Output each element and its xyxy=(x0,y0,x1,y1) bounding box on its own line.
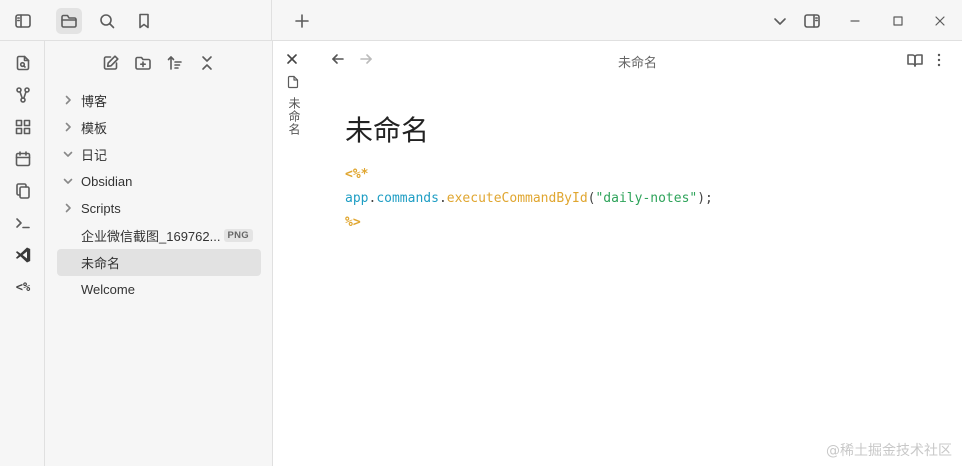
tree-item-label: 企业微信截图_169762... xyxy=(81,229,221,244)
folder-icon xyxy=(61,14,77,28)
tree-item-label: Welcome xyxy=(81,282,135,297)
bookmarks-tab-button[interactable] xyxy=(131,8,157,34)
note-content[interactable]: 未命名 <%* app.commands.executeCommandById(… xyxy=(345,109,713,235)
code-paren: ); xyxy=(697,191,713,206)
ribbon: <% xyxy=(0,41,45,466)
chevron-down-icon xyxy=(63,151,73,157)
terminal-icon xyxy=(16,218,30,229)
maximize-icon xyxy=(893,16,903,26)
templater-button[interactable]: <% xyxy=(11,275,35,299)
code-line: app.commands.executeCommandById("daily-n… xyxy=(345,187,713,211)
right-sidebar-icon xyxy=(804,14,820,28)
tree-item-label: 模板 xyxy=(81,121,108,136)
insert-template-button[interactable] xyxy=(11,179,35,203)
collapse-all-button[interactable] xyxy=(195,51,219,75)
chevron-down-icon xyxy=(774,18,786,25)
tree-item-label: Obsidian xyxy=(81,174,133,189)
code-line: <%* xyxy=(345,163,713,187)
calendar-icon xyxy=(15,151,31,167)
templater-open-tag: <%* xyxy=(345,167,369,182)
search-tab-button[interactable] xyxy=(94,8,120,34)
close-window-button[interactable] xyxy=(927,8,953,34)
file-explorer-actions xyxy=(99,51,219,75)
tree-item-file-active[interactable]: 未命名 xyxy=(57,249,261,276)
view-header: 未命名 xyxy=(313,41,962,77)
close-icon xyxy=(935,16,945,26)
inline-title[interactable]: 未命名 xyxy=(345,109,713,149)
tree-item-folder[interactable]: 日记 xyxy=(57,141,261,168)
graph-view-button[interactable] xyxy=(11,83,35,107)
file-explorer: 博客 模板 日记 Obsidian Scripts 企业微信截图_169762.… xyxy=(45,41,273,466)
chevron-down-icon xyxy=(63,178,73,184)
editor-pane: 未命名 未命名 未命名 <%* app.commands.executeComm… xyxy=(273,41,962,466)
code-dot: . xyxy=(438,191,447,206)
command-palette-button[interactable] xyxy=(11,211,35,235)
close-tab-icon[interactable] xyxy=(285,52,299,66)
sort-icon xyxy=(167,56,182,70)
tree-item-folder[interactable]: Obsidian xyxy=(57,168,261,195)
left-sidebar-header xyxy=(0,0,272,41)
code-property: commands xyxy=(376,191,439,206)
file-type-badge: PNG xyxy=(223,229,253,242)
tab-title: 未命名 xyxy=(287,97,301,136)
sort-button[interactable] xyxy=(163,51,187,75)
new-folder-button[interactable] xyxy=(131,51,155,75)
chevron-right-icon xyxy=(65,203,71,213)
tree-item-label: Scripts xyxy=(81,201,121,216)
toggle-right-sidebar-button[interactable] xyxy=(799,8,825,34)
tab-list-button[interactable] xyxy=(767,8,793,34)
edit-icon xyxy=(103,55,119,70)
file-icon xyxy=(287,75,299,89)
templater-close-tag: %> xyxy=(345,215,361,230)
copy-icon xyxy=(16,183,30,199)
maximize-button[interactable] xyxy=(885,8,911,34)
switcher-icon xyxy=(16,55,30,71)
bookmark-icon xyxy=(139,13,149,29)
canvas-icon xyxy=(15,119,31,135)
book-open-icon[interactable] xyxy=(906,51,924,69)
code-string: "daily-notes" xyxy=(595,191,698,206)
title-bar xyxy=(0,0,962,41)
vscode-icon xyxy=(15,247,31,263)
graph-icon xyxy=(16,87,30,103)
search-icon xyxy=(100,14,115,29)
folder-plus-icon xyxy=(135,56,151,70)
quick-switcher-button[interactable] xyxy=(11,51,35,75)
code-method: executeCommandById xyxy=(446,191,588,206)
tree-item-label: 未命名 xyxy=(81,256,121,271)
vscode-button[interactable] xyxy=(11,243,35,267)
sidebar-toggle-icon xyxy=(15,14,31,28)
new-note-button[interactable] xyxy=(99,51,123,75)
chevron-right-icon xyxy=(65,122,71,132)
more-options-icon[interactable] xyxy=(930,51,948,69)
templater-code-block[interactable]: <%* app.commands.executeCommandById("dai… xyxy=(345,163,713,235)
chevron-right-icon xyxy=(65,95,71,105)
templater-icon: <% xyxy=(15,280,31,294)
code-line: %> xyxy=(345,211,713,235)
tree-item-folder[interactable]: Scripts xyxy=(57,195,261,222)
tree-item-file[interactable]: Welcome xyxy=(57,276,261,303)
tree-item-label: 日记 xyxy=(81,148,108,163)
tree-item-folder[interactable]: 模板 xyxy=(57,114,261,141)
toggle-sidebar-button[interactable] xyxy=(10,8,36,34)
minimize-button[interactable] xyxy=(842,8,868,34)
code-object: app xyxy=(345,191,369,206)
tree-item-folder[interactable]: 博客 xyxy=(57,87,261,114)
canvas-button[interactable] xyxy=(11,115,35,139)
stacked-tab[interactable]: 未命名 xyxy=(273,41,313,466)
new-tab-button[interactable] xyxy=(289,8,315,34)
watermark: @稀土掘金技术社区 xyxy=(826,443,952,459)
minimize-icon xyxy=(850,20,860,22)
daily-note-button[interactable] xyxy=(11,147,35,171)
tree-item-label: 博客 xyxy=(81,94,108,109)
collapse-icon xyxy=(202,56,212,70)
files-tab-button[interactable] xyxy=(56,8,82,34)
tree-item-file[interactable]: 企业微信截图_169762... PNG xyxy=(57,222,261,249)
plus-icon xyxy=(295,14,309,28)
file-tree: 博客 模板 日记 Obsidian Scripts 企业微信截图_169762.… xyxy=(57,87,261,303)
view-header-title[interactable]: 未命名 xyxy=(313,52,962,71)
